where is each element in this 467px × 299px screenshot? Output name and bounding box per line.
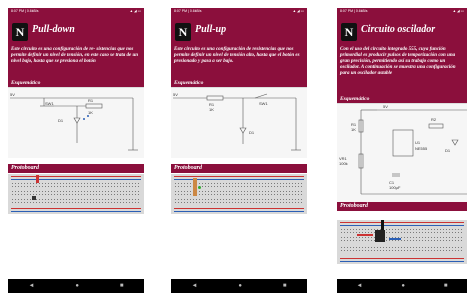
description-text: Este circuito es una configuración de re… [171, 45, 307, 79]
android-nav-bar: ◄ ● ■ [337, 279, 467, 293]
vcc-label: 5V [173, 92, 178, 97]
protoboard-heading: Protoboard [8, 164, 144, 173]
recents-icon[interactable]: ■ [444, 283, 448, 289]
ic-value: NE555 [415, 146, 428, 151]
status-bar: 8:07 PM | 0.6kB/s ▲ ◢ ▭ [337, 8, 467, 15]
protoboard-image [8, 174, 144, 214]
switch-label: SW1 [259, 101, 268, 106]
page-title: Pull-down [32, 24, 75, 35]
description-text: Este circuito es una configuración de re… [8, 45, 144, 79]
status-time: 8:07 PM | 0.6kB/s [174, 9, 202, 13]
app-logo: N [12, 23, 28, 41]
status-time: 8:07 PM | 0.6kB/s [11, 9, 39, 13]
back-icon[interactable]: ◄ [356, 283, 362, 289]
protoboard-image [337, 220, 467, 264]
schematic-heading: Esquemático [337, 95, 467, 103]
protoboard-image [171, 174, 307, 214]
switch-label: SW1 [45, 101, 54, 106]
resistor-value: 1K [209, 107, 214, 112]
app-header: N Pull-up [171, 15, 307, 45]
status-time: 8:07 PM | 0.6kB/s [340, 9, 368, 13]
home-icon[interactable]: ● [238, 283, 242, 289]
status-icons: ▲ ◢ ▭ [452, 9, 464, 13]
screen-pull-down: 8:07 PM | 0.6kB/s ▲ ◢ ▭ N Pull-down Este… [8, 8, 144, 293]
back-icon[interactable]: ◄ [28, 283, 34, 289]
schematic-heading: Esquemático [171, 79, 307, 87]
vcc-label: 5V [383, 104, 388, 109]
page-title: Pull-up [195, 24, 227, 35]
screen-pull-up: 8:07 PM | 0.6kB/s ▲ ◢ ▭ N Pull-up Este c… [171, 8, 307, 293]
vcc-label: 5V [10, 92, 15, 97]
schematic-heading: Esquemático [8, 79, 144, 87]
led-label: D1 [445, 148, 451, 153]
vr-value: 100k [339, 161, 348, 166]
app-header: N Pull-down [8, 15, 144, 45]
schematic-diagram: 5V R1 1K U1 NE555 VR1 100k C1 100µF R2 D… [337, 103, 467, 202]
app-logo: N [341, 23, 357, 41]
status-icons: ▲ ◢ ▭ [129, 9, 141, 13]
r1-value: 1K [351, 127, 356, 132]
page-title: Circuito oscilador [361, 24, 436, 35]
home-icon[interactable]: ● [401, 283, 405, 289]
resistor-value: 1K [88, 110, 93, 115]
screen-oscilador: 8:07 PM | 0.6kB/s ▲ ◢ ▭ N Circuito oscil… [337, 8, 467, 293]
android-nav-bar: ◄ ● ■ [8, 279, 144, 293]
schematic-diagram: 5V R1 1K SW1 D1 [171, 87, 307, 158]
led-label: D1 [58, 118, 64, 123]
cap-value: 100µF [389, 185, 401, 190]
back-icon[interactable]: ◄ [191, 283, 197, 289]
app-logo: N [175, 23, 191, 41]
resistor-label: R1 [88, 98, 94, 103]
android-nav-bar: ◄ ● ■ [171, 279, 307, 293]
description-text: Con el uso del circuito integrado 555, c… [337, 45, 467, 95]
status-icons: ▲ ◢ ▭ [292, 9, 304, 13]
status-bar: 8:07 PM | 0.6kB/s ▲ ◢ ▭ [171, 8, 307, 15]
led-label: D1 [249, 130, 255, 135]
home-icon[interactable]: ● [75, 283, 79, 289]
app-header: N Circuito oscilador [337, 15, 467, 45]
schematic-diagram: 5V SW1 R1 1K D1 [8, 87, 144, 158]
recents-icon[interactable]: ■ [120, 283, 124, 289]
r2-label: R2 [431, 117, 437, 122]
recents-icon[interactable]: ■ [283, 283, 287, 289]
protoboard-heading: Protoboard [337, 202, 467, 211]
ic-label: U1 [415, 140, 421, 145]
protoboard-heading: Protoboard [171, 164, 307, 173]
status-bar: 8:07 PM | 0.6kB/s ▲ ◢ ▭ [8, 8, 144, 15]
